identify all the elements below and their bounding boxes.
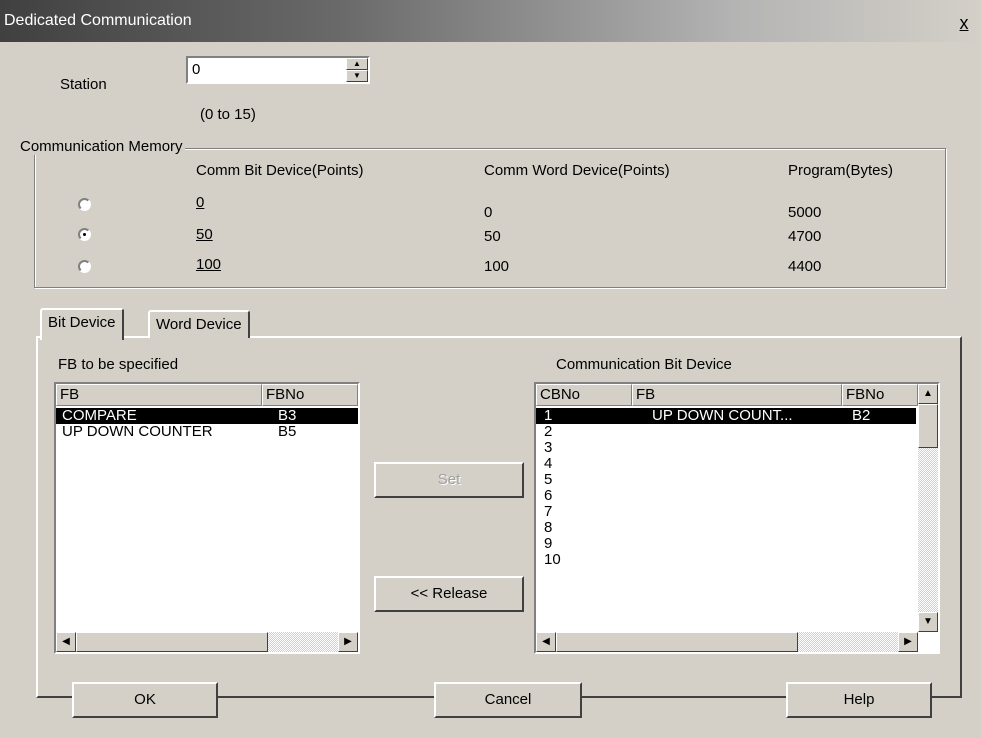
fb-cell: UP DOWN COUNTER	[62, 423, 213, 440]
option-2-bit: 100	[196, 256, 222, 273]
cbno-cell: 4	[544, 455, 553, 472]
fb-cell: COMPARE	[62, 407, 137, 424]
fb-column-header[interactable]: FB	[56, 384, 262, 406]
cbno-cell: 5	[544, 471, 553, 488]
option-0-word: 0	[484, 204, 493, 221]
scroll-left-icon[interactable]: ◀	[536, 632, 556, 652]
fbno-column-header[interactable]: FBNo	[262, 384, 358, 406]
cancel-button[interactable]: Cancel	[434, 682, 582, 718]
dialog-window: Dedicated Communication x Station 0 ▲ ▼ …	[0, 0, 981, 738]
scroll-thumb[interactable]	[76, 632, 268, 652]
ok-button[interactable]: OK	[72, 682, 218, 718]
option-1-bit: 50	[196, 226, 213, 243]
cbno-cell: 10	[544, 551, 561, 568]
fb-listview[interactable]: FB FBNo COMPARE B3 UP DOWN COUNTER B5 ◀ …	[54, 382, 360, 654]
station-input[interactable]: 0	[192, 61, 200, 78]
cbno-column-header[interactable]: CBNo	[536, 384, 632, 406]
option-1-word: 50	[484, 228, 501, 245]
header-program: Program(Bytes)	[788, 162, 894, 179]
header-comm-bit: Comm Bit Device(Points)	[196, 162, 364, 179]
close-icon[interactable]: x	[955, 14, 973, 32]
option-0-bit: 0	[196, 194, 205, 211]
fbno-cell: B3	[278, 407, 297, 424]
cbno-cell: 6	[544, 487, 553, 504]
fb-horizontal-scrollbar[interactable]: ◀ ▶	[56, 632, 358, 652]
title-bar: Dedicated Communication x	[0, 0, 981, 42]
list-item[interactable]: COMPARE B3	[56, 408, 358, 424]
station-range-hint: (0 to 15)	[200, 106, 256, 123]
cbno-cell: 3	[544, 439, 553, 456]
comm-fb-column-header[interactable]: FB	[632, 384, 842, 406]
scroll-thumb[interactable]	[918, 404, 938, 448]
comm-fbno-cell: B2	[852, 407, 871, 424]
radio-option-50[interactable]	[78, 228, 91, 241]
cbno-cell: 9	[544, 535, 553, 552]
scroll-up-icon[interactable]: ▲	[918, 384, 938, 404]
cbno-cell: 1	[544, 407, 553, 424]
comm-list-label: Communication Bit Device	[556, 356, 732, 373]
window-title: Dedicated Communication	[4, 12, 192, 29]
cbno-cell: 8	[544, 519, 553, 536]
comm-bit-listview[interactable]: CBNo FB FBNo 1 UP DOWN COUNT... B2 2 3 4…	[534, 382, 940, 654]
comm-horizontal-scrollbar[interactable]: ◀ ▶	[536, 632, 918, 652]
spin-up-icon[interactable]: ▲	[346, 58, 368, 70]
scroll-right-icon[interactable]: ▶	[898, 632, 918, 652]
option-0-program: 5000	[788, 204, 822, 221]
station-label: Station	[60, 76, 107, 93]
tab-word-device[interactable]: Word Device	[148, 310, 250, 338]
scroll-down-icon[interactable]: ▼	[918, 612, 938, 632]
radio-option-100[interactable]	[78, 260, 91, 273]
scroll-thumb[interactable]	[556, 632, 798, 652]
release-button[interactable]: << Release	[374, 576, 524, 612]
station-spinner[interactable]: 0 ▲ ▼	[186, 56, 370, 84]
option-1-program: 4700	[788, 228, 822, 245]
comm-fbno-column-header[interactable]: FBNo	[842, 384, 918, 406]
communication-memory-legend: Communication Memory	[18, 138, 185, 155]
cbno-cell: 7	[544, 503, 553, 520]
list-item[interactable]: UP DOWN COUNTER B5	[56, 424, 358, 440]
cbno-cell: 2	[544, 423, 553, 440]
option-2-word: 100	[484, 258, 510, 275]
tab-bit-device[interactable]: Bit Device	[40, 308, 124, 340]
radio-option-0[interactable]	[78, 198, 91, 211]
set-button[interactable]: Set	[374, 462, 524, 498]
header-comm-word: Comm Word Device(Points)	[484, 162, 670, 179]
scroll-left-icon[interactable]: ◀	[56, 632, 76, 652]
fb-list-label: FB to be specified	[58, 356, 179, 373]
comm-vertical-scrollbar[interactable]: ▲ ▼	[918, 384, 938, 632]
table-row[interactable]: 1 UP DOWN COUNT... B2	[536, 408, 916, 424]
scroll-right-icon[interactable]: ▶	[338, 632, 358, 652]
station-spin-buttons[interactable]: ▲ ▼	[346, 58, 368, 82]
fbno-cell: B5	[278, 423, 297, 440]
spin-down-icon[interactable]: ▼	[346, 70, 368, 82]
help-button[interactable]: Help	[786, 682, 932, 718]
option-2-program: 4400	[788, 258, 822, 275]
comm-fb-cell: UP DOWN COUNT...	[652, 407, 793, 424]
